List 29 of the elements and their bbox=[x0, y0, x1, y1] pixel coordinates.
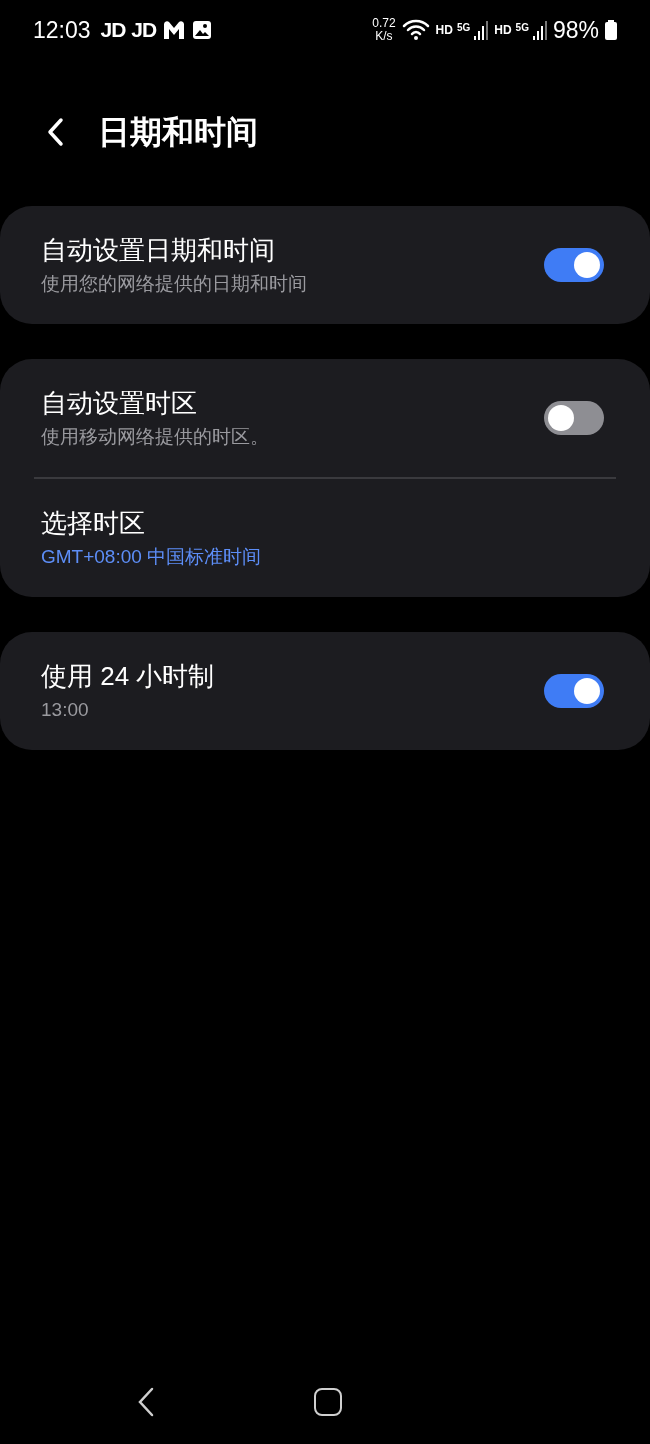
signal-icon bbox=[474, 20, 489, 40]
battery-icon bbox=[605, 20, 617, 40]
gallery-icon bbox=[192, 20, 213, 40]
app-notification-label: JD bbox=[131, 17, 157, 44]
setting-title: 自动设置时区 bbox=[41, 387, 198, 419]
setting-title: 使用 24 小时制 bbox=[41, 660, 215, 692]
app-notification-label: JD bbox=[100, 17, 126, 44]
hd-label: HD bbox=[435, 22, 453, 39]
network-speed: 0.72 bbox=[372, 17, 396, 30]
setting-title: 自动设置日期和时间 bbox=[41, 234, 276, 266]
page-title: 日期和时间 bbox=[98, 113, 258, 152]
network-speed-unit: K/s bbox=[375, 30, 393, 43]
setting-title: 选择时区 bbox=[41, 507, 146, 539]
setting-subtitle: 13:00 bbox=[41, 698, 90, 722]
toggle-switch[interactable] bbox=[544, 248, 604, 282]
hd-label: HD bbox=[494, 22, 512, 39]
setting-subtitle: GMT+08:00 中国标准时间 bbox=[41, 545, 262, 569]
battery-percentage: 98% bbox=[552, 15, 599, 45]
network-type: 5G bbox=[456, 21, 471, 35]
network-type: 5G bbox=[515, 21, 529, 35]
mail-app-icon bbox=[162, 19, 187, 41]
toggle-switch[interactable] bbox=[544, 401, 604, 435]
signal-icon bbox=[532, 20, 547, 40]
setting-subtitle: 使用移动网络提供的时区。 bbox=[41, 425, 269, 449]
wifi-icon bbox=[401, 19, 430, 41]
toggle-switch[interactable] bbox=[544, 674, 604, 708]
nav-home-button[interactable] bbox=[314, 1388, 342, 1416]
clock: 12:03 bbox=[33, 15, 91, 45]
setting-subtitle: 使用您的网络提供的日期和时间 bbox=[41, 272, 307, 296]
